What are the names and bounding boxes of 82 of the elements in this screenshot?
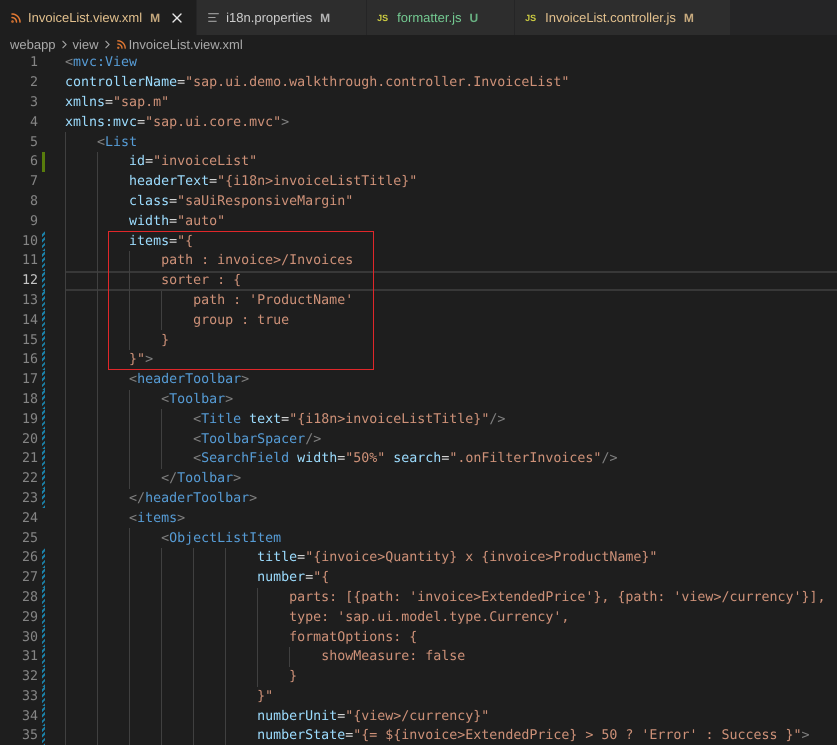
line-number: 2	[28, 75, 38, 90]
line-number: 14	[20, 312, 38, 328]
line-number: 1	[28, 55, 38, 70]
line-number: 33	[20, 688, 38, 704]
line-number: 31	[20, 649, 38, 664]
code-line: controllerName="sap.ui.demo.walkthrough.controller.InvoiceList"	[65, 75, 570, 90]
line-number: 32	[20, 669, 38, 684]
code-line: }"	[257, 688, 274, 704]
editor-tab[interactable]: JS InvoiceList.controller.js M	[515, 0, 731, 35]
line-number: 23	[20, 490, 38, 506]
code-line: }">	[129, 352, 154, 368]
line-number: 16	[20, 352, 38, 368]
code-line: xmlns="sap.m"	[65, 94, 170, 110]
line-number: 30	[20, 630, 38, 644]
lines-icon	[207, 11, 220, 24]
code-line: headerText="{i18n>invoiceListTitle}"	[129, 174, 418, 190]
line-number: 10	[20, 234, 38, 249]
line-number: 3	[28, 94, 38, 110]
editor-tab[interactable]: JS formatter.js U	[367, 0, 516, 35]
code-line: id="invoiceList"	[129, 154, 258, 170]
line-number: 13	[20, 292, 38, 308]
line-number: 8	[28, 194, 38, 209]
code-line: class="saUiResponsiveMargin"	[129, 194, 354, 209]
code-line: parts: [{path: 'invoice>ExtendedPrice'}, {path: 'view>/currency'}],	[289, 590, 826, 605]
line-number: 26	[20, 550, 38, 566]
line-number: 22	[20, 471, 38, 486]
code-line: showMeasure: false	[321, 649, 466, 664]
breadcrumb-item[interactable]: webapp	[10, 36, 56, 52]
code-line: <SearchField width="50%" search=".onFilterInvoices"/>	[193, 451, 618, 466]
code-line: type: 'sap.ui.model.type.Currency',	[289, 610, 570, 625]
code-line: title="{invoice>Quantity} x {invoice>ProductName}"	[257, 550, 658, 566]
code-line: formatOptions: {	[289, 630, 418, 644]
line-number: 9	[28, 214, 38, 229]
code-line: xmlns:mvc="sap.ui.core.mvc">	[65, 114, 290, 130]
line-number: 5	[28, 134, 38, 150]
feed-icon	[116, 38, 127, 50]
code-line: <headerToolbar>	[129, 372, 250, 388]
code-line: <items>	[129, 510, 186, 526]
line-number: 20	[20, 432, 38, 447]
js-file-icon: JS	[377, 12, 392, 22]
code-line: </Toolbar>	[161, 471, 242, 486]
js-file-icon: JS	[525, 12, 540, 22]
line-number: 19	[20, 412, 38, 427]
editor-tab[interactable]: InvoiceList.view.xml M	[0, 0, 198, 35]
line-number: 25	[20, 530, 38, 546]
line-number: 4	[28, 114, 38, 130]
code-line: <mvc:View	[65, 55, 138, 70]
line-number: 21	[20, 451, 38, 466]
line-number: 34	[20, 708, 38, 724]
line-number: 27	[20, 570, 38, 586]
code-line: </headerToolbar>	[129, 490, 258, 506]
code-line: <List	[97, 134, 138, 150]
code-line: <ObjectListItem	[161, 530, 282, 546]
breadcrumb-item[interactable]: InvoiceList.view.xml	[128, 36, 243, 52]
code-line: numberUnit="{view>/currency}"	[257, 708, 490, 724]
code-line: }	[161, 332, 170, 348]
feed-icon	[10, 12, 22, 24]
code-line: numberState="{= ${invoice>ExtendedPrice} > 50 ? 'Error' : Success }">	[257, 728, 810, 744]
code-line: <Title text="{i18n>invoiceListTitle}"/>	[193, 412, 506, 427]
line-number: 17	[20, 372, 38, 388]
code-line: number="{	[257, 570, 330, 586]
code-line: sorter : {	[161, 273, 242, 288]
editor-tab[interactable]: i18n.properties M	[197, 0, 368, 35]
line-number: 15	[20, 332, 38, 348]
line-number: 28	[20, 590, 38, 605]
code-line: }	[289, 669, 298, 684]
line-number: 7	[28, 174, 38, 190]
code-line: path : invoice>/Invoices	[161, 253, 354, 268]
line-number: 35	[20, 728, 38, 744]
code-line: path : 'ProductName'	[193, 292, 354, 308]
code-line: items="{	[129, 234, 194, 249]
code-line: <ToolbarSpacer/>	[193, 432, 322, 447]
line-number: 24	[20, 510, 38, 526]
code-line: <Toolbar>	[161, 392, 234, 407]
line-number: 6	[28, 154, 38, 170]
code-line: width="auto"	[129, 214, 226, 229]
line-number: 29	[20, 610, 38, 625]
line-number: 18	[20, 392, 38, 407]
breadcrumb-item[interactable]: view	[72, 36, 99, 52]
line-number: 12	[20, 273, 38, 288]
line-number: 11	[20, 253, 38, 268]
code-line: group : true	[193, 312, 290, 328]
